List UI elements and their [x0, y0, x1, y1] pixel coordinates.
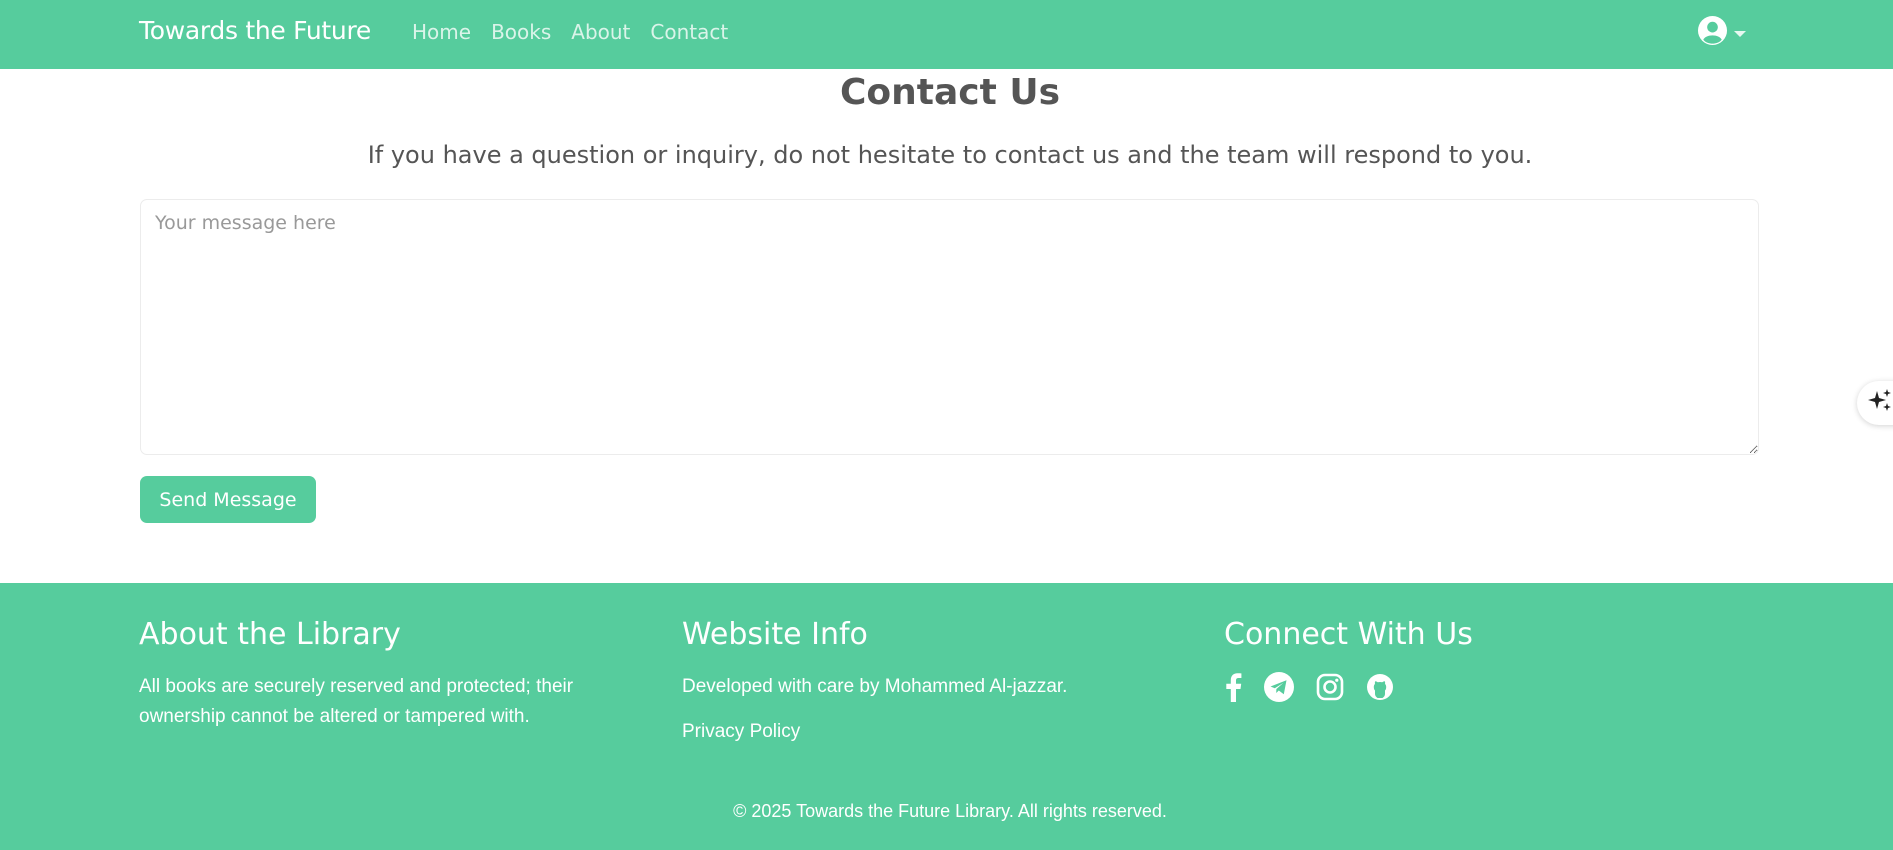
footer-info-heading: Website Info [682, 617, 868, 652]
caret-down-icon [1734, 30, 1746, 37]
nav-link-about[interactable]: About [571, 20, 630, 44]
message-textarea[interactable] [140, 199, 1759, 455]
telegram-icon[interactable] [1264, 672, 1294, 702]
navbar: Towards the Future Home Books About Cont… [0, 0, 1893, 69]
footer-info-text: Developed with care by Mohammed Al-jazza… [682, 676, 1068, 697]
user-circle-icon [1697, 15, 1728, 50]
footer-connect: Connect With Us [1224, 617, 1704, 702]
nav-link-books[interactable]: Books [491, 20, 551, 44]
social-links [1224, 672, 1704, 702]
github-icon[interactable] [1366, 673, 1394, 701]
brand-logo[interactable]: Towards the Future [139, 16, 371, 45]
nav-links: Home Books About Contact [412, 20, 728, 44]
user-menu-toggle[interactable] [1697, 15, 1746, 50]
page-subtitle: If you have a question or inquiry, do no… [367, 141, 1533, 169]
privacy-policy-link[interactable]: Privacy Policy [682, 721, 1162, 743]
facebook-icon[interactable] [1224, 672, 1242, 702]
copyright-text: © 2025 Towards the Future Library. All r… [733, 801, 1167, 821]
page-title: Contact Us [839, 72, 1061, 113]
footer-info: Website Info Developed with care by Moha… [682, 617, 1162, 743]
footer: About the Library All books are securely… [0, 583, 1893, 850]
nav-link-contact[interactable]: Contact [650, 20, 728, 44]
nav-link-home[interactable]: Home [412, 20, 471, 44]
footer-connect-heading: Connect With Us [1224, 617, 1473, 652]
instagram-icon[interactable] [1316, 673, 1344, 701]
send-message-button[interactable]: Send Message [140, 476, 316, 523]
sparkle-widget-button[interactable] [1857, 381, 1893, 425]
footer-about: About the Library All books are securely… [139, 617, 619, 732]
footer-about-text: All books are securely reserved and prot… [139, 676, 574, 727]
footer-about-heading: About the Library [139, 617, 401, 652]
sparkle-icon [1867, 388, 1893, 418]
